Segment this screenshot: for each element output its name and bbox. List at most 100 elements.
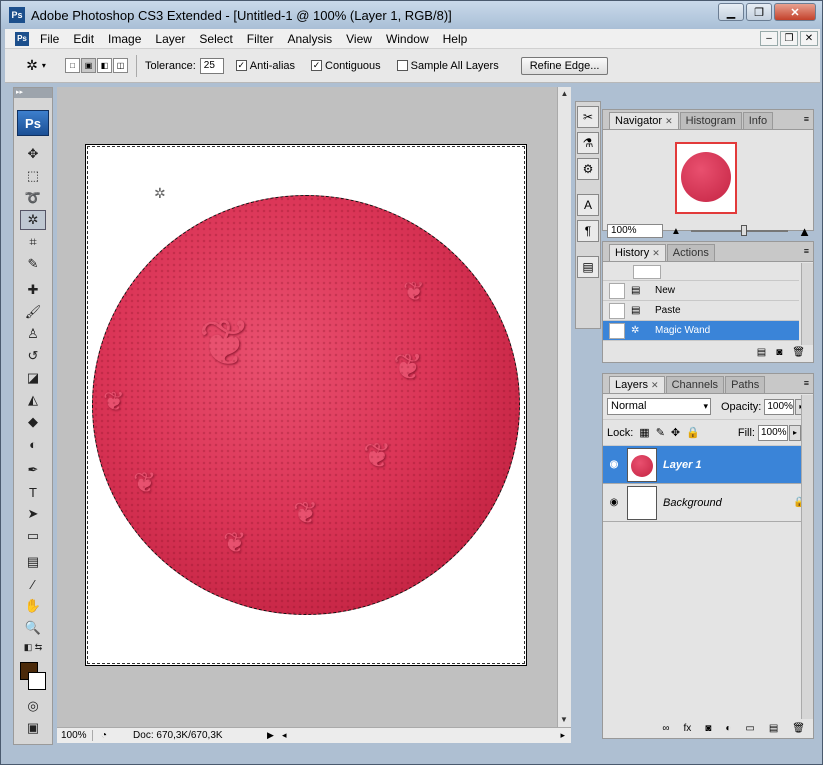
navigator-zoom-input[interactable]: 100% xyxy=(607,224,663,238)
dodge-tool-icon[interactable]: ◐ xyxy=(20,434,46,454)
zoom-out-icon[interactable]: ▲ xyxy=(671,226,681,237)
tab-history[interactable]: History ✕ xyxy=(609,244,666,261)
tolerance-input[interactable]: 25 xyxy=(199,57,224,74)
tab-actions[interactable]: Actions xyxy=(666,244,715,261)
shape-tool-icon[interactable]: ▭ xyxy=(20,526,46,546)
menu-image[interactable]: Image xyxy=(101,32,148,46)
menu-layer[interactable]: Layer xyxy=(148,32,192,46)
new-document-from-state-icon[interactable]: ▤ xyxy=(757,347,766,358)
intersect-selection-button[interactable]: ◫ xyxy=(113,58,128,73)
clone-stamp-icon[interactable]: ♙ xyxy=(20,324,46,344)
status-options-icon[interactable]: ◔ xyxy=(101,730,107,741)
scroll-right-icon[interactable]: ▸ xyxy=(560,730,565,741)
lock-transparency-icon[interactable]: ▦ xyxy=(639,426,649,439)
swap-colors-icon[interactable]: ◧ ⇆ xyxy=(20,640,46,654)
lock-position-icon[interactable]: ✥ xyxy=(671,426,680,439)
layers-scrollbar[interactable] xyxy=(801,395,813,719)
menu-select[interactable]: Select xyxy=(192,32,239,46)
scroll-down-icon[interactable]: ▼ xyxy=(558,713,570,727)
ps-logo-icon[interactable]: Ps xyxy=(17,110,49,136)
menu-filter[interactable]: Filter xyxy=(240,32,281,46)
panel-menu-icon[interactable]: ≡ xyxy=(804,378,809,388)
navigator-thumbnail[interactable] xyxy=(675,142,737,214)
new-selection-button[interactable]: □ xyxy=(65,58,80,73)
tab-histogram[interactable]: Histogram xyxy=(679,112,742,129)
fill-input[interactable]: 100% xyxy=(757,424,788,441)
eye-icon[interactable]: ◉ xyxy=(603,459,625,470)
trash-icon[interactable]: 🗑 xyxy=(792,347,805,358)
scroll-left-icon[interactable]: ◂ xyxy=(282,730,287,741)
history-item[interactable]: ▤ Paste xyxy=(603,301,799,321)
doc-close-button[interactable]: ✕ xyxy=(800,31,818,46)
panel-menu-icon[interactable]: ≡ xyxy=(804,246,809,256)
lasso-tool-icon[interactable]: ➰ xyxy=(20,188,46,208)
slice-tool-icon[interactable]: ✎ xyxy=(20,254,46,274)
blend-mode-select[interactable]: Normal xyxy=(607,398,711,415)
eye-icon[interactable]: ◉ xyxy=(603,497,625,508)
tab-paths[interactable]: Paths xyxy=(725,376,766,393)
history-item-selected[interactable]: ✲ Magic Wand xyxy=(603,321,799,341)
path-selection-icon[interactable]: ➤ xyxy=(20,504,46,524)
maximize-button[interactable]: ❐ xyxy=(746,3,772,21)
menu-file[interactable]: File xyxy=(33,32,66,46)
close-icon[interactable]: ✕ xyxy=(652,248,660,258)
new-group-icon[interactable]: ▭ xyxy=(745,723,754,734)
panel-menu-icon[interactable]: ≡ xyxy=(804,114,809,124)
app-menu-icon[interactable]: Ps xyxy=(15,31,29,46)
zoom-in-icon[interactable]: ▲ xyxy=(798,224,811,239)
adjustment-layer-icon[interactable]: ◐ xyxy=(725,723,731,734)
doc-restore-button[interactable]: ❐ xyxy=(780,31,798,46)
lock-pixels-icon[interactable]: ✎ xyxy=(656,426,665,439)
zoom-tool-icon[interactable]: 🔍 xyxy=(20,618,46,638)
layer-row-layer-1[interactable]: ◉ Layer 1 xyxy=(603,446,813,484)
quick-mask-icon[interactable]: ◎ xyxy=(20,696,46,716)
layer-comps-icon[interactable]: ▤ xyxy=(577,256,599,278)
anti-alias-checkbox[interactable]: ✓ xyxy=(235,60,247,71)
snapshot-camera-icon[interactable]: ◙ xyxy=(776,347,782,358)
link-layers-icon[interactable]: ∞ xyxy=(662,723,669,734)
fill-arrow-icon[interactable]: ▸ xyxy=(788,424,801,441)
status-menu-arrow-icon[interactable]: ▶ xyxy=(267,730,274,741)
refine-edge-button[interactable]: Refine Edge... xyxy=(520,56,609,75)
close-button[interactable]: ✕ xyxy=(774,3,816,21)
hand-tool-icon[interactable]: ✋ xyxy=(20,596,46,616)
add-selection-button[interactable]: ▣ xyxy=(81,58,96,73)
tool-presets-icon[interactable]: ✂ xyxy=(577,106,599,128)
background-color-swatch[interactable] xyxy=(28,672,46,690)
menu-edit[interactable]: Edit xyxy=(66,32,101,46)
canvas-vertical-scrollbar[interactable]: ▲ ▼ xyxy=(557,87,571,727)
new-layer-icon[interactable]: ▤ xyxy=(769,723,778,734)
opacity-input[interactable]: 100% xyxy=(764,398,795,415)
layer-mask-icon[interactable]: ◙ xyxy=(705,723,711,734)
doc-minimize-button[interactable]: – xyxy=(760,31,778,46)
character-icon[interactable]: A xyxy=(577,194,599,216)
menu-help[interactable]: Help xyxy=(436,32,475,46)
crop-tool-icon[interactable]: ⌗ xyxy=(20,232,46,252)
close-icon[interactable]: ✕ xyxy=(665,116,673,126)
status-zoom[interactable]: 100% xyxy=(57,730,93,741)
eyedropper-tool-icon[interactable]: ⁄ xyxy=(20,574,46,594)
history-scrollbar[interactable] xyxy=(801,263,813,345)
paragraph-icon[interactable]: ¶ xyxy=(577,220,599,242)
close-icon[interactable]: ✕ xyxy=(651,380,659,390)
move-tool-icon[interactable]: ✥ xyxy=(20,144,46,164)
layer-row-background[interactable]: ◉ Background 🔒 xyxy=(603,484,813,522)
slider-knob[interactable] xyxy=(741,225,748,236)
toolbox-header[interactable]: ▸▸ xyxy=(14,88,52,98)
history-snapshot-row[interactable] xyxy=(603,263,799,281)
tab-layers[interactable]: Layers ✕ xyxy=(609,376,665,393)
tab-info[interactable]: Info xyxy=(742,112,774,129)
document-canvas[interactable]: ✲ ❦ ❦ ❦ ❦ ❦ ❦ ❦ ❦ xyxy=(85,144,527,666)
healing-brush-icon[interactable]: ✚ xyxy=(20,280,46,300)
tool-preset-picker[interactable]: ✲ ▾ xyxy=(19,54,53,78)
trash-icon[interactable]: 🗑 xyxy=(792,723,805,734)
history-brush-icon[interactable]: ↺ xyxy=(20,346,46,366)
type-tool-icon[interactable]: T xyxy=(20,482,46,502)
blur-tool-icon[interactable]: ◆ xyxy=(20,412,46,432)
brush-tool-icon[interactable]: 🖌 xyxy=(20,302,46,322)
tab-navigator[interactable]: Navigator ✕ xyxy=(609,112,679,129)
history-item[interactable]: ▤ New xyxy=(603,281,799,301)
magic-wand-tool-icon[interactable]: ✲ xyxy=(20,210,46,230)
clone-source-icon[interactable]: ⚙ xyxy=(577,158,599,180)
screen-mode-icon[interactable]: ▣ xyxy=(20,718,46,738)
